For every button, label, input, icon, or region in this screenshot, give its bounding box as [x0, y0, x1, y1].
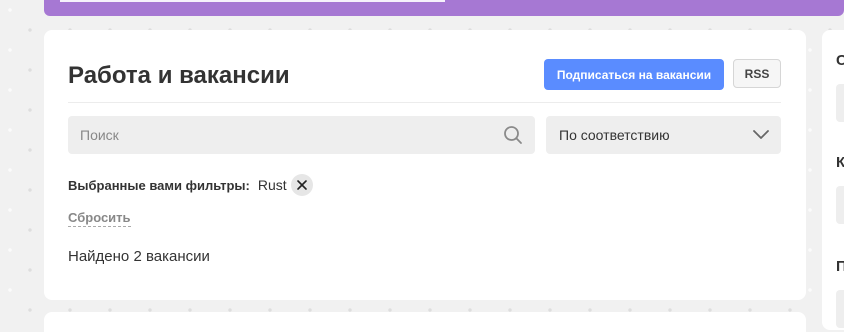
next-card	[44, 312, 806, 332]
right-sidebar: С К П	[822, 30, 844, 330]
top-banner	[44, 0, 844, 16]
reset-filters-link[interactable]: Сбросить	[68, 210, 131, 227]
filters-label: Выбранные вами фильтры:	[68, 177, 250, 193]
search-box	[68, 116, 535, 154]
rss-button[interactable]: RSS	[733, 59, 781, 88]
search-input[interactable]	[68, 116, 512, 154]
right-sidebar-heading: П	[836, 258, 844, 275]
chevron-down-icon	[753, 128, 769, 142]
page-title: Работа и вакансии	[68, 62, 290, 89]
results-count: Найдено 2 вакансии	[68, 248, 210, 265]
header-divider	[68, 102, 781, 103]
right-sidebar-heading: С	[836, 52, 844, 69]
right-sidebar-field[interactable]	[836, 186, 844, 224]
filter-chip-label: Rust	[257, 177, 287, 193]
right-sidebar-heading: К	[836, 154, 844, 171]
search-icon[interactable]	[503, 125, 523, 145]
right-sidebar-field[interactable]	[836, 84, 844, 122]
sort-selected-value: По соответствию	[559, 127, 670, 143]
selected-filters: Выбранные вами фильтры: Rust	[68, 174, 313, 196]
right-sidebar-field[interactable]	[836, 290, 844, 328]
banner-link-underline[interactable]	[60, 0, 445, 2]
sort-select[interactable]: По соответствию	[546, 116, 781, 154]
subscribe-button[interactable]: Подписаться на вакансии	[544, 59, 724, 90]
vacancies-card: Работа и вакансии Подписаться на ваканси…	[44, 30, 806, 300]
close-icon[interactable]	[290, 174, 313, 196]
